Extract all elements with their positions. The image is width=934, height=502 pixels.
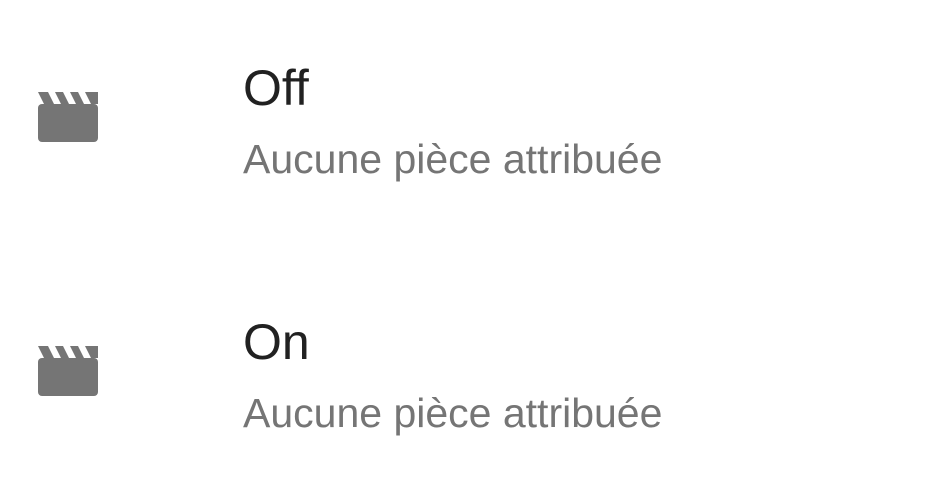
item-title: On bbox=[243, 314, 310, 370]
scene-list: Off Aucune pièce attribuée On Aucune piè… bbox=[0, 0, 934, 502]
list-item-off[interactable]: Off Aucune pièce attribuée bbox=[0, 0, 934, 254]
clapperboard-icon bbox=[38, 346, 98, 396]
clapperboard-icon bbox=[38, 92, 98, 142]
item-subtitle: Aucune pièce attribuée bbox=[243, 136, 663, 182]
item-title: Off bbox=[243, 60, 309, 116]
item-subtitle: Aucune pièce attribuée bbox=[243, 390, 663, 436]
list-item-on[interactable]: On Aucune pièce attribuée bbox=[0, 254, 934, 502]
